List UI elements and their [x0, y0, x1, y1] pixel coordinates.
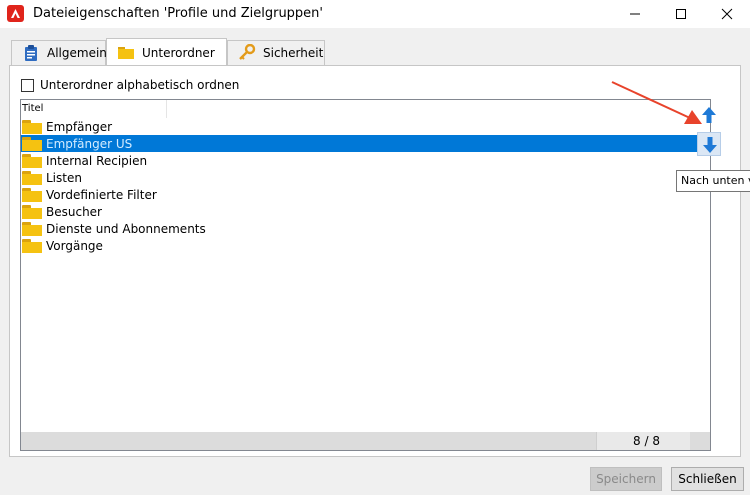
close-button[interactable]: Schließen [671, 467, 744, 491]
minimize-button[interactable] [612, 0, 658, 28]
sort-alphabetically-option[interactable]: Unterordner alphabetisch ordnen [21, 78, 239, 92]
list-item[interactable]: Dienste und Abonnements [21, 220, 710, 237]
list-item-label: Besucher [46, 204, 102, 219]
folder-icon [22, 119, 42, 134]
close-icon [721, 8, 733, 20]
folder-icon [22, 221, 42, 236]
title-bar: Dateieigenschaften 'Profile und Zielgrup… [0, 0, 750, 28]
tab-sicherheit[interactable]: Sicherheit [227, 40, 325, 65]
maximize-icon [676, 9, 686, 19]
move-down-tooltip: Nach unten verschieben [676, 170, 750, 192]
minimize-icon [630, 13, 640, 15]
list-item-label: Empfänger [46, 119, 113, 134]
list-item[interactable]: Besucher [21, 203, 710, 220]
folder-icon [22, 238, 42, 253]
folder-icon [22, 153, 42, 168]
list-item-label: Listen [46, 170, 82, 185]
column-header-title[interactable]: Titel [22, 103, 43, 114]
item-counter: 8 / 8 [596, 432, 690, 450]
subfolder-list[interactable]: Titel Empfänger Empfänger US Internal Re… [20, 99, 711, 451]
list-item-label: Vordefinierte Filter [46, 187, 157, 202]
close-window-button[interactable] [704, 0, 750, 28]
annotation-arrow-icon [611, 81, 702, 124]
tab-label: Allgemein [47, 46, 107, 60]
list-item[interactable]: Listen [21, 169, 710, 186]
folder-icon [22, 187, 42, 202]
list-item-label: Internal Recipien [46, 153, 148, 168]
list-item-label: Empfänger US [46, 136, 133, 151]
list-item-label: Dienste und Abonnements [46, 221, 206, 236]
column-separator[interactable] [166, 100, 167, 118]
tab-allgemein[interactable]: Allgemein [11, 40, 107, 65]
list-item[interactable]: Internal Recipien [21, 152, 710, 169]
list-item-selected[interactable]: Empfänger US [21, 135, 710, 152]
save-button[interactable]: Speichern [590, 467, 662, 491]
tab-strip: Allgemein Unterordner Sicherheit [0, 28, 750, 66]
clipboard-icon [22, 44, 40, 62]
list-status-bar: 8 / 8 [21, 432, 710, 450]
tab-label: Unterordner [142, 45, 215, 60]
folder-icon [22, 204, 42, 219]
list-item[interactable]: Vordefinierte Filter [21, 186, 710, 203]
list-body: Empfänger Empfänger US Internal Recipien… [21, 118, 710, 254]
key-icon [238, 43, 256, 62]
folder-icon [22, 170, 42, 185]
folder-icon [117, 44, 135, 62]
app-logo-icon [7, 5, 24, 22]
tab-label: Sicherheit [263, 46, 324, 60]
move-down-button[interactable] [697, 132, 721, 156]
sort-alphabetically-checkbox[interactable] [21, 78, 34, 92]
list-item[interactable]: Vorgänge [21, 237, 710, 254]
maximize-button[interactable] [658, 0, 704, 28]
sort-alphabetically-label: Unterordner alphabetisch ordnen [40, 78, 240, 92]
list-item-label: Vorgänge [46, 238, 103, 253]
window-title: Dateieigenschaften 'Profile und Zielgrup… [33, 6, 323, 21]
tab-unterordner[interactable]: Unterordner [106, 38, 227, 66]
arrow-down-icon [703, 137, 717, 153]
folder-icon [22, 136, 42, 151]
